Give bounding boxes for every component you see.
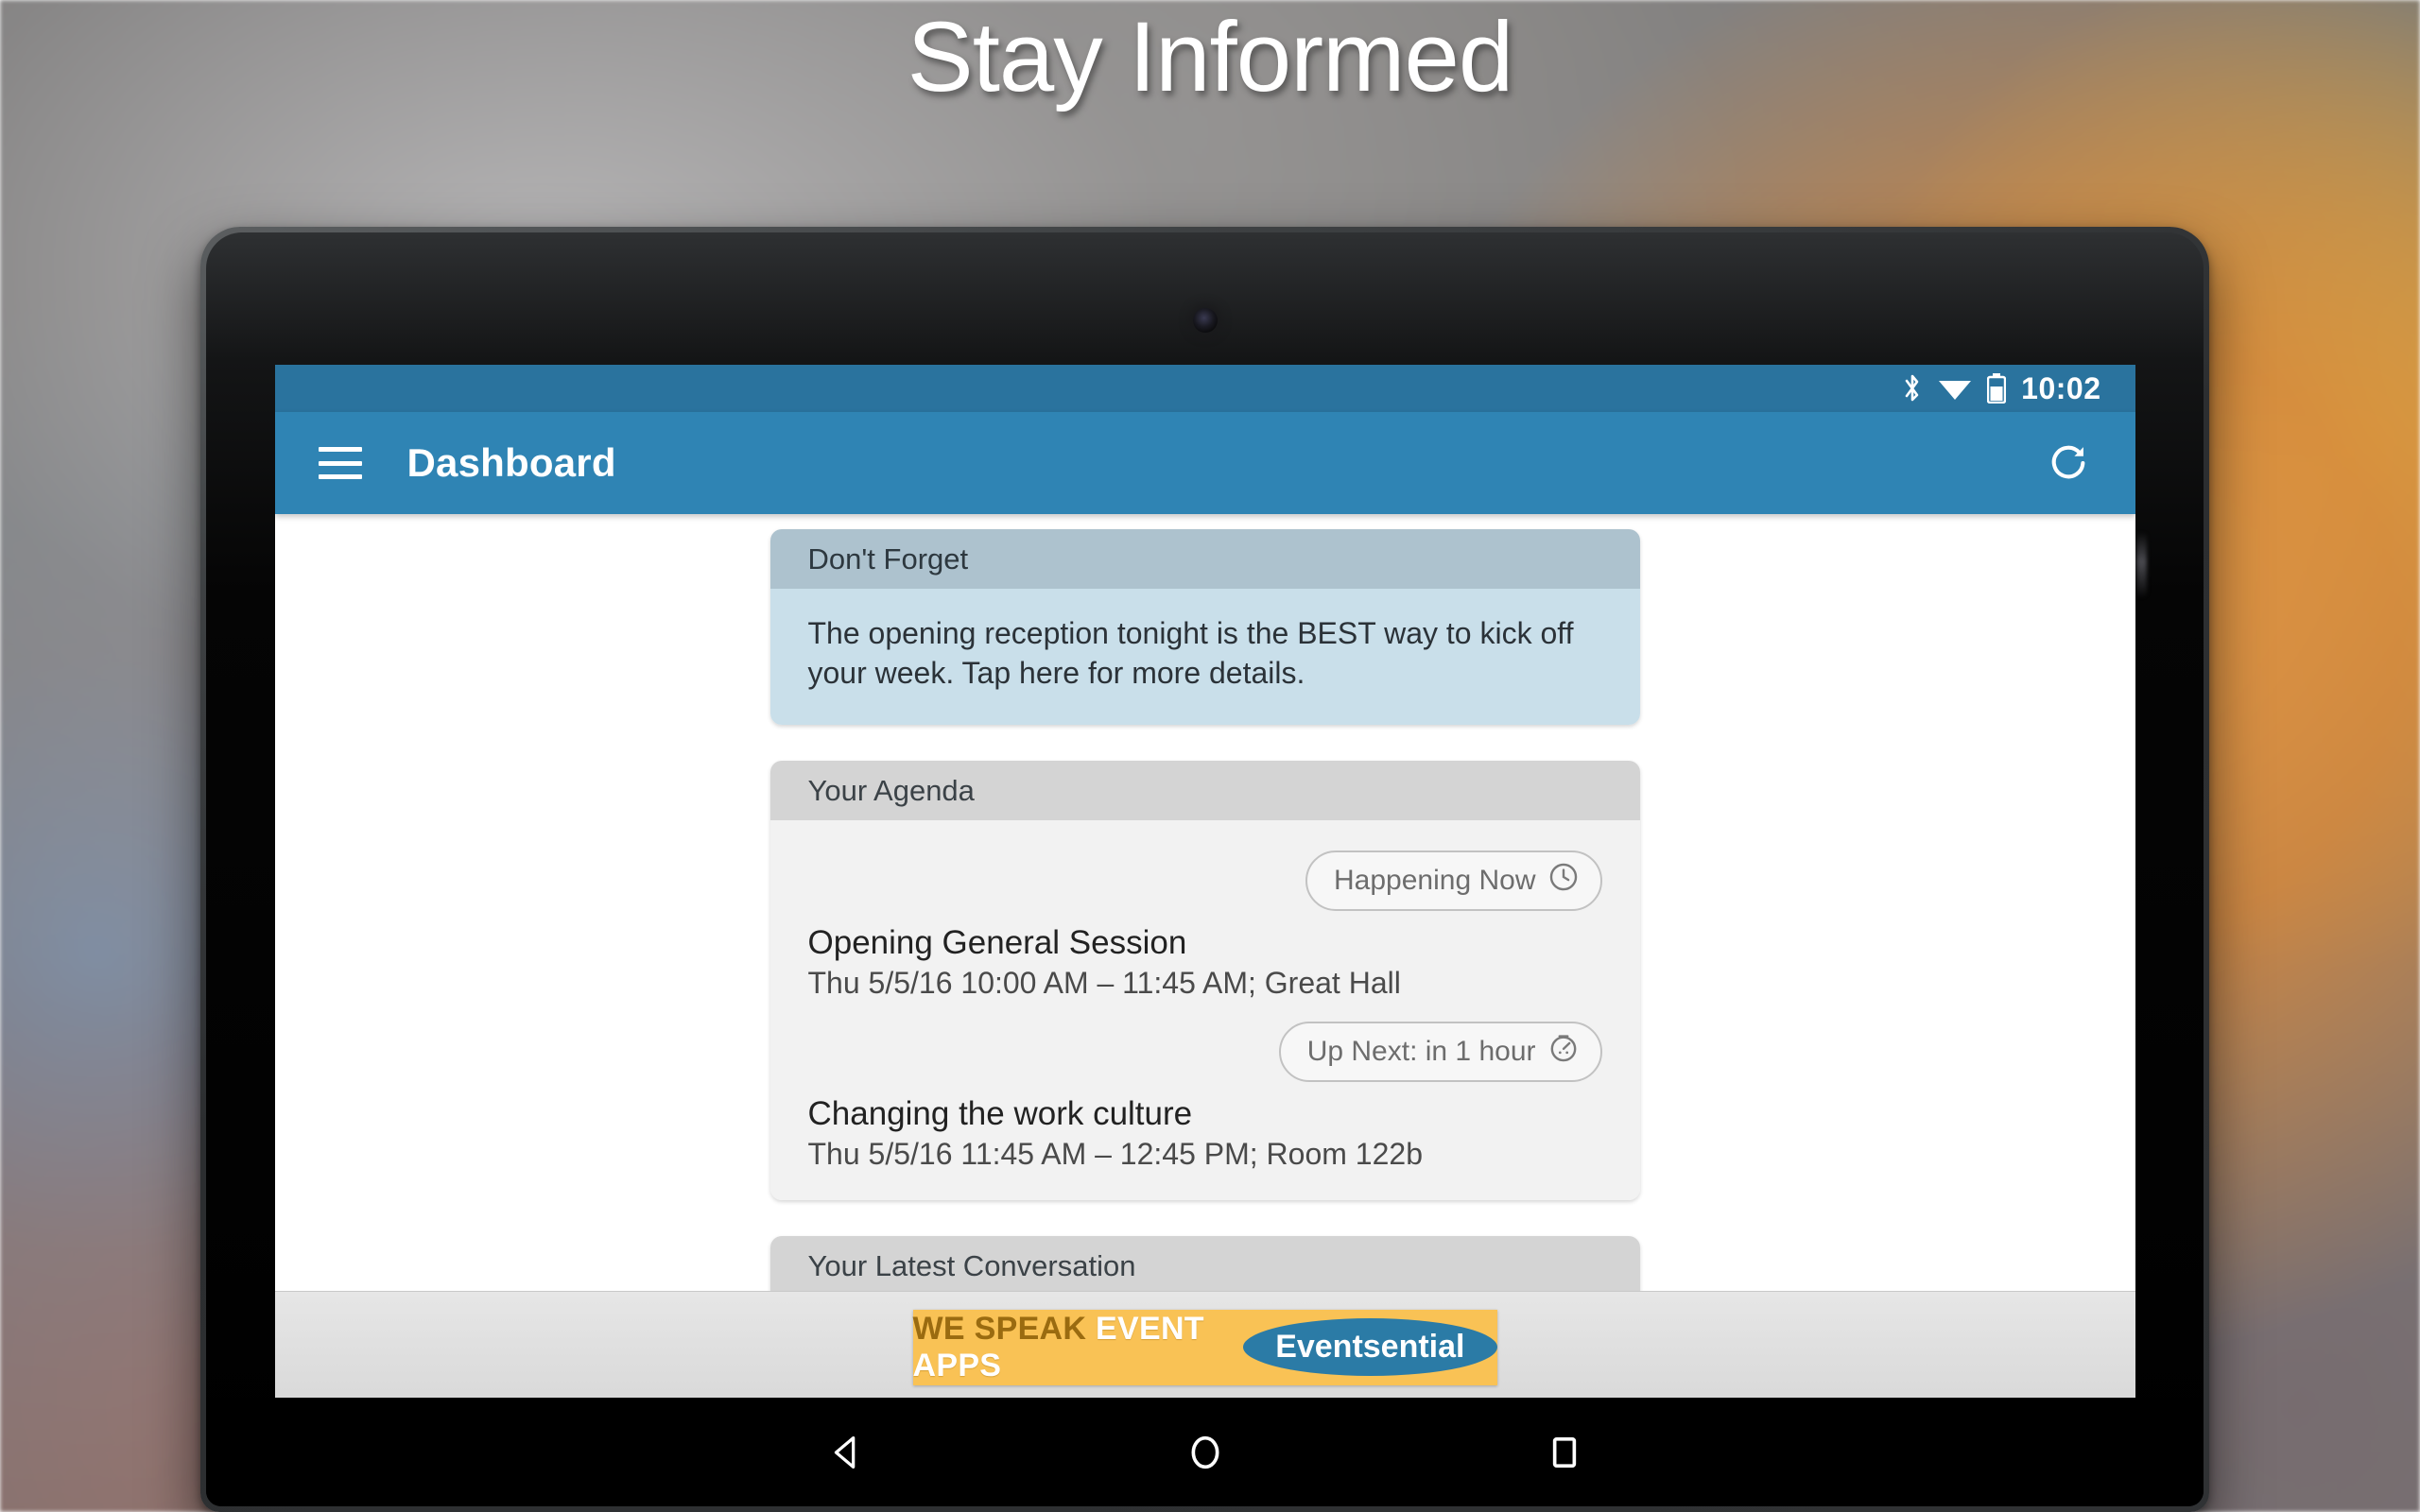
status-badge-up-next: Up Next: in 1 hour: [1278, 1022, 1602, 1083]
home-icon[interactable]: [1175, 1422, 1236, 1483]
card-latest-conversation[interactable]: Your Latest Conversation 3 Michael Jones…: [769, 1236, 1640, 1291]
card-conversation-header: Your Latest Conversation: [769, 1236, 1640, 1291]
recents-icon[interactable]: [1534, 1422, 1595, 1483]
hamburger-bar: [318, 474, 362, 479]
front-camera-icon: [1192, 308, 1218, 333]
back-icon[interactable]: [816, 1422, 876, 1483]
dashboard-content[interactable]: Don't Forget The opening reception tonig…: [274, 514, 2135, 1291]
battery-icon: [1987, 373, 2007, 404]
page-title: Dashboard: [406, 440, 616, 485]
ad-creative[interactable]: WE SPEAK EVENT APPS Eventsential: [912, 1309, 1497, 1385]
ad-banner[interactable]: WE SPEAK EVENT APPS Eventsential: [274, 1291, 2135, 1402]
clock-icon: [1547, 861, 1580, 901]
status-badge-happening-now: Happening Now: [1305, 850, 1602, 912]
agenda-item[interactable]: Happening Now Opening General Session Th…: [808, 850, 1602, 1001]
ad-we-speak-text: WE SPEAK: [912, 1310, 1087, 1347]
hamburger-bar: [318, 460, 362, 466]
hamburger-bar: [318, 447, 362, 452]
agenda-badge-row: Happening Now: [808, 850, 1602, 912]
tablet-bezel: 10:02 Dashboard Don't Forget The opening…: [206, 232, 2204, 1506]
android-nav-bar: [206, 1398, 2204, 1506]
session-title: Opening General Session: [807, 924, 1187, 962]
app-bar: Dashboard: [274, 412, 2135, 514]
app-screen: 10:02 Dashboard Don't Forget The opening…: [274, 365, 2135, 1402]
card-dont-forget-header: Don't Forget: [769, 529, 1640, 589]
status-bar: 10:02: [274, 365, 2135, 412]
card-agenda[interactable]: Your Agenda Happening Now Opening Genera…: [769, 761, 1640, 1201]
dont-forget-message: The opening reception tonight is the BES…: [807, 616, 1574, 691]
card-dont-forget[interactable]: Don't Forget The opening reception tonig…: [769, 529, 1640, 726]
ad-brand-logo: Eventsential: [1243, 1318, 1497, 1376]
card-agenda-body: Happening Now Opening General Session Th…: [769, 820, 1640, 1201]
ad-text-group: WE SPEAK EVENT APPS: [913, 1311, 1223, 1384]
wifi-icon: [1938, 375, 1972, 402]
session-meta: Thu 5/5/16 11:45 AM – 12:45 PM; Room 122…: [807, 1137, 1423, 1172]
timer-icon: [1547, 1032, 1580, 1072]
promo-headline: Stay Informed: [907, 2, 1514, 112]
status-bar-clock: 10:02: [2021, 370, 2101, 405]
hamburger-menu-icon[interactable]: [318, 447, 362, 479]
card-agenda-header: Your Agenda: [769, 761, 1640, 821]
session-title: Changing the work culture: [807, 1095, 1193, 1133]
refresh-icon[interactable]: [2041, 435, 2098, 491]
status-badge-label: Up Next: in 1 hour: [1306, 1036, 1536, 1068]
agenda-badge-row: Up Next: in 1 hour: [808, 1022, 1602, 1083]
agenda-item[interactable]: Up Next: in 1 hour Changing the work cul…: [808, 1022, 1602, 1172]
tablet-device: 10:02 Dashboard Don't Forget The opening…: [200, 227, 2209, 1512]
bluetooth-icon: [1902, 373, 1923, 404]
card-dont-forget-body[interactable]: The opening reception tonight is the BES…: [769, 589, 1640, 726]
device-side-highlight: [2136, 532, 2147, 598]
session-meta: Thu 5/5/16 10:00 AM – 11:45 AM; Great Ha…: [807, 966, 1401, 1001]
status-badge-label: Happening Now: [1334, 865, 1536, 897]
